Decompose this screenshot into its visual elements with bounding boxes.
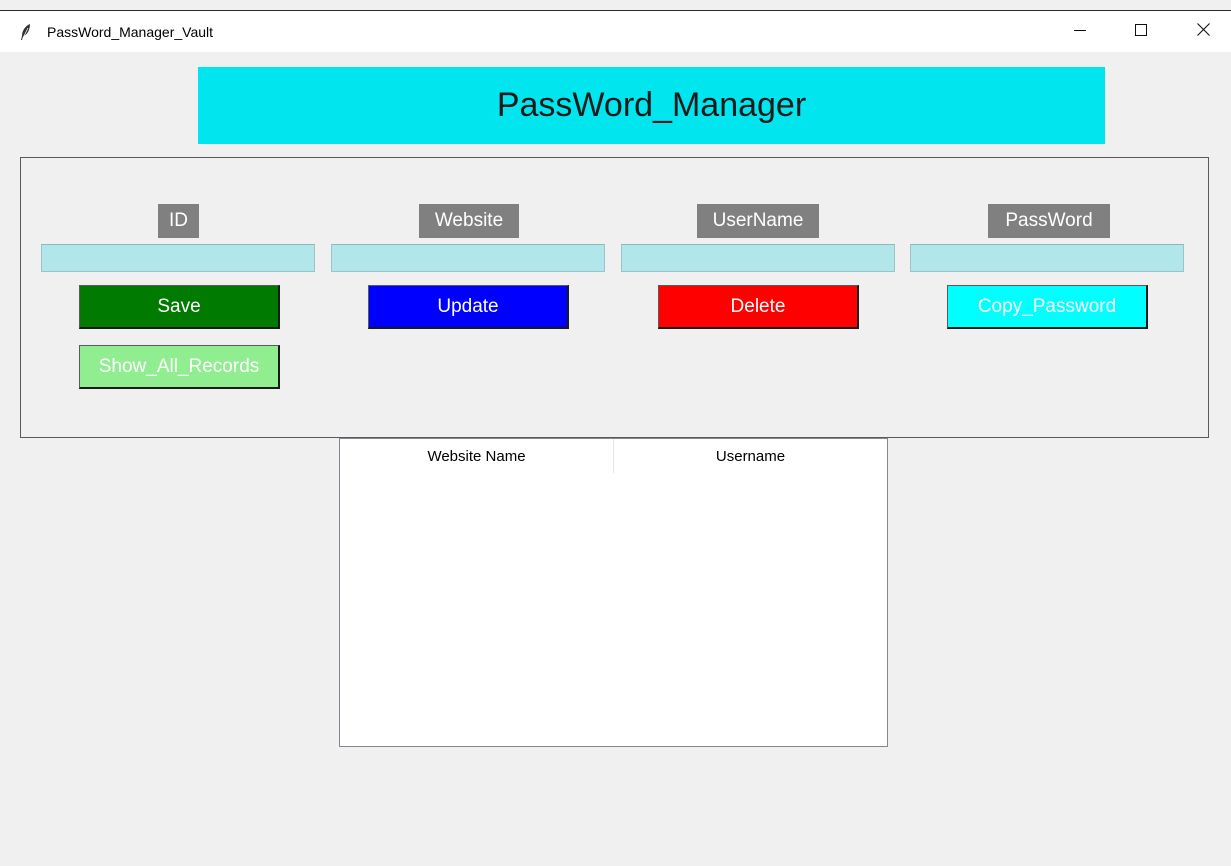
website-field[interactable]: [331, 244, 605, 272]
record-form-frame: ID Website UserName PassWord Save Update…: [20, 157, 1209, 438]
app-header-title: PassWord_Manager: [198, 67, 1105, 144]
window-title: PassWord_Manager_Vault: [47, 24, 214, 40]
records-table[interactable]: Website Name Username: [339, 438, 888, 747]
update-button[interactable]: Update: [368, 285, 569, 329]
maximize-button[interactable]: [1118, 11, 1164, 52]
delete-button[interactable]: Delete: [658, 285, 859, 329]
website-label: Website: [419, 204, 519, 238]
minimize-icon: [1074, 23, 1086, 41]
minimize-button[interactable]: [1057, 11, 1103, 52]
username-field[interactable]: [621, 244, 895, 272]
close-icon: [1196, 22, 1210, 41]
show-all-records-button[interactable]: Show_All_Records: [79, 345, 280, 389]
title-bar[interactable]: PassWord_Manager_Vault: [0, 11, 1231, 52]
app-content: PassWord_Manager ID Website UserName Pas…: [0, 52, 1231, 866]
password-label: PassWord: [988, 204, 1110, 238]
copy-password-button[interactable]: Copy_Password: [947, 285, 1148, 329]
maximize-icon: [1135, 23, 1147, 41]
save-button[interactable]: Save: [79, 285, 280, 329]
id-label: ID: [158, 204, 199, 238]
column-header-website-name[interactable]: Website Name: [340, 439, 614, 473]
password-field[interactable]: [910, 244, 1184, 272]
id-field[interactable]: [41, 244, 315, 272]
column-header-username[interactable]: Username: [614, 439, 887, 473]
table-header: Website Name Username: [340, 439, 887, 473]
close-button[interactable]: [1180, 11, 1226, 52]
feather-icon: [19, 23, 33, 41]
username-label: UserName: [697, 204, 819, 238]
